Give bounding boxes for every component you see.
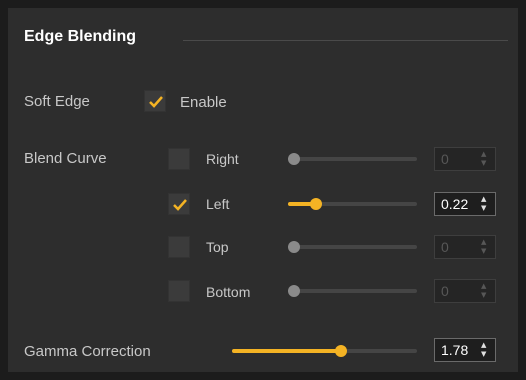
top-edge-spinbox[interactable]: 0 ▲ ▼ xyxy=(434,235,496,259)
right-edge-checkbox[interactable] xyxy=(168,148,190,170)
soft-edge-enable-checkbox[interactable] xyxy=(144,90,166,112)
slider-thumb[interactable] xyxy=(288,153,300,165)
chevron-down-icon[interactable]: ▼ xyxy=(481,292,486,299)
bottom-edge-slider[interactable] xyxy=(288,284,417,298)
slider-thumb[interactable] xyxy=(288,241,300,253)
slider-thumb[interactable] xyxy=(288,285,300,297)
gamma-correction-value[interactable]: 1.78 xyxy=(441,342,468,358)
edge-blending-panel: Edge Blending Soft Edge Enable Blend Cur… xyxy=(8,8,518,372)
left-edge-label: Left xyxy=(206,196,230,212)
right-edge-label: Right xyxy=(206,151,239,167)
soft-edge-label: Soft Edge xyxy=(24,93,90,110)
slider-thumb[interactable] xyxy=(335,345,347,357)
slider-track xyxy=(288,245,417,249)
bottom-edge-label: Bottom xyxy=(206,284,251,300)
left-edge-checkbox[interactable] xyxy=(168,193,190,215)
right-edge-value[interactable]: 0 xyxy=(441,151,449,167)
top-edge-label: Top xyxy=(206,239,229,255)
gamma-correction-spinbox[interactable]: 1.78 ▲ ▼ xyxy=(434,338,496,362)
top-edge-checkbox[interactable] xyxy=(168,236,190,258)
top-edge-value[interactable]: 0 xyxy=(441,239,449,255)
left-edge-value[interactable]: 0.22 xyxy=(441,196,468,212)
right-edge-slider[interactable] xyxy=(288,152,417,166)
slider-track xyxy=(288,289,417,293)
chevron-up-icon[interactable]: ▲ xyxy=(481,151,486,158)
gamma-correction-label: Gamma Correction xyxy=(24,343,151,360)
title-divider xyxy=(183,40,508,41)
bottom-edge-value[interactable]: 0 xyxy=(441,283,449,299)
right-edge-spinbox[interactable]: 0 ▲ ▼ xyxy=(434,147,496,171)
top-edge-slider[interactable] xyxy=(288,240,417,254)
section-title: Edge Blending xyxy=(24,28,136,45)
bottom-edge-checkbox[interactable] xyxy=(168,280,190,302)
slider-track xyxy=(288,157,417,161)
chevron-up-icon[interactable]: ▲ xyxy=(481,196,486,203)
soft-edge-enable-label: Enable xyxy=(180,94,227,111)
left-edge-slider[interactable] xyxy=(288,197,417,211)
chevron-down-icon[interactable]: ▼ xyxy=(481,351,486,358)
chevron-down-icon[interactable]: ▼ xyxy=(481,160,486,167)
chevron-down-icon[interactable]: ▼ xyxy=(481,205,486,212)
chevron-up-icon[interactable]: ▲ xyxy=(481,342,486,349)
bottom-edge-spinbox[interactable]: 0 ▲ ▼ xyxy=(434,279,496,303)
chevron-down-icon[interactable]: ▼ xyxy=(481,248,486,255)
chevron-up-icon[interactable]: ▲ xyxy=(481,283,486,290)
blend-curve-label: Blend Curve xyxy=(24,150,107,167)
gamma-correction-slider[interactable] xyxy=(232,344,417,358)
checkmark-icon xyxy=(149,96,163,108)
checkmark-icon xyxy=(173,199,187,211)
left-edge-spinbox[interactable]: 0.22 ▲ ▼ xyxy=(434,192,496,216)
chevron-up-icon[interactable]: ▲ xyxy=(481,239,486,246)
slider-thumb[interactable] xyxy=(310,198,322,210)
slider-fill xyxy=(232,349,341,353)
